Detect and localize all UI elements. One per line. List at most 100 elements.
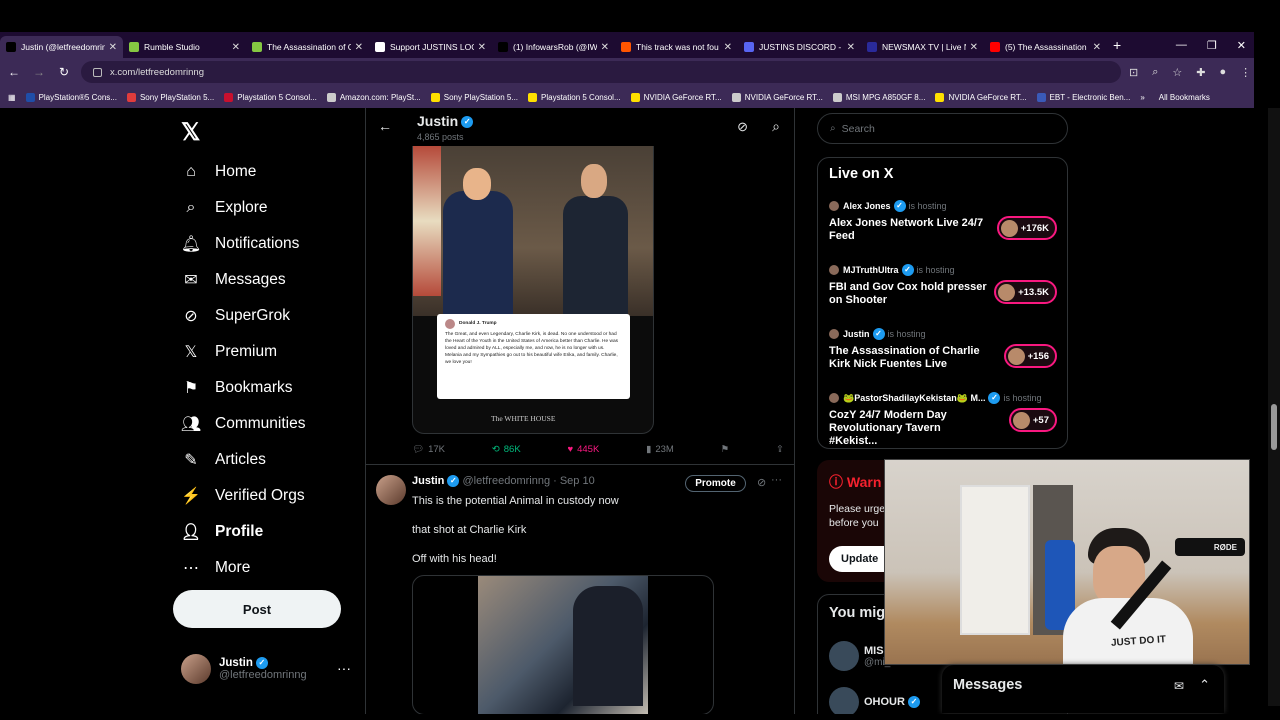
browser-tab[interactable]: The Assassination of C ✕: [246, 36, 369, 58]
live-item[interactable]: Justin ✓ is hosting The Assassination of Ch…: [829, 328, 1059, 371]
like-button[interactable]: ♥ 445K: [567, 444, 599, 455]
bookmark-favicon-icon: [832, 92, 842, 102]
close-tab-icon[interactable]: ✕: [847, 42, 855, 53]
listener-count[interactable]: +156: [1003, 344, 1057, 368]
bookmark-item[interactable]: PlayStation®5 Cons...: [25, 92, 117, 102]
bookmarks-bar: ▦ PlayStation®5 Cons... Sony PlayStation …: [0, 86, 1254, 108]
bookmark-favicon-icon: [731, 92, 741, 102]
browser-tab[interactable]: NEWSMAX TV | Live N ✕: [861, 36, 984, 58]
minimize-icon[interactable]: —: [1176, 39, 1187, 51]
tweet-image[interactable]: [412, 575, 714, 714]
grok-icon[interactable]: ⊘: [757, 476, 766, 489]
post-count: 4,865 posts: [417, 132, 464, 142]
browser-tab[interactable]: (1) InfowarsRob (@IW ✕: [492, 36, 615, 58]
person-icon: 👤︎: [180, 524, 202, 541]
search-icon: ⌕: [830, 123, 836, 134]
scrollbar[interactable]: [1268, 108, 1280, 706]
close-tab-icon[interactable]: ✕: [724, 42, 732, 53]
sidebar-item-notifications[interactable]: 🔔︎ Notifications: [181, 226, 305, 262]
live-item[interactable]: MJTruthUltra ✓ is hosting FBI and Gov Cox h…: [829, 264, 1059, 307]
new-message-icon[interactable]: ✉: [1174, 679, 1184, 693]
bookmark-item[interactable]: Sony PlayStation 5...: [126, 92, 214, 102]
close-tab-icon[interactable]: ✕: [601, 42, 609, 53]
repost-button[interactable]: ⟲ 86K: [492, 444, 521, 455]
sidebar-item-verified-orgs[interactable]: ⚡ Verified Orgs: [181, 478, 305, 514]
bookmark-item[interactable]: NVIDIA GeForce RT...: [731, 92, 823, 102]
sidebar-item-articles[interactable]: ✎ Articles: [181, 442, 305, 478]
reload-icon[interactable]: ↻: [53, 65, 75, 79]
browser-tab[interactable]: (5) The Assassination ✕: [984, 36, 1107, 58]
browser-tab[interactable]: JUSTINS DISCORD - D ✕: [738, 36, 861, 58]
sidebar-item-home[interactable]: ⌂ Home: [181, 154, 305, 190]
window-controls: — ❐ ✕: [1176, 32, 1246, 58]
live-item[interactable]: 🐸PastorShadilayKekistan🐸 M... ✓ is hosting…: [829, 392, 1059, 448]
search-icon[interactable]: ⌕: [772, 118, 780, 135]
views-button[interactable]: ▮ 23M: [646, 444, 674, 455]
sidebar-item-supergrok[interactable]: ⊘ SuperGrok: [181, 298, 305, 334]
reply-button[interactable]: 💬︎ 17K: [412, 444, 445, 455]
close-tab-icon[interactable]: ✕: [478, 42, 486, 53]
tweet-image[interactable]: Donald J. Trump The Great, and even Lege…: [412, 146, 654, 434]
url-field[interactable]: x.com/letfreedomrinng: [81, 61, 1121, 83]
site-info-icon[interactable]: [93, 67, 102, 77]
sidebar-item-bookmarks[interactable]: ⚑ Bookmarks: [181, 370, 305, 406]
browser-tab[interactable]: Justin (@letfreedomrinng✕: [0, 36, 123, 58]
zoom-icon[interactable]: ⌕: [1152, 66, 1158, 79]
bookmark-icon[interactable]: ⚑: [721, 444, 730, 455]
bookmark-item[interactable]: Sony PlayStation 5...: [430, 92, 518, 102]
sidebar-item-profile[interactable]: 👤︎ Profile: [181, 514, 305, 550]
star-icon[interactable]: ☆: [1172, 66, 1182, 79]
restore-icon[interactable]: ❐: [1207, 39, 1217, 52]
listener-count[interactable]: +57: [1008, 408, 1057, 432]
bookmark-item[interactable]: Playstation 5 Consol...: [528, 92, 621, 102]
forward-icon[interactable]: →: [28, 65, 50, 79]
back-icon[interactable]: ←: [3, 65, 25, 79]
verified-icon: ✓: [893, 200, 906, 212]
bookmark-item[interactable]: Playstation 5 Consol...: [224, 92, 317, 102]
sidebar-item-messages[interactable]: ✉ Messages: [181, 262, 305, 298]
close-tab-icon[interactable]: ✕: [1093, 42, 1101, 53]
new-tab-button[interactable]: +: [1113, 37, 1121, 53]
sidebar-item-explore[interactable]: ⌕ Explore: [181, 190, 305, 226]
more-dots-icon[interactable]: ···: [337, 660, 351, 676]
menu-icon[interactable]: ⋮: [1240, 66, 1251, 79]
post-button[interactable]: Post: [173, 590, 341, 628]
more-dots-icon[interactable]: ···: [771, 474, 782, 486]
extensions-icon[interactable]: ✚: [1196, 66, 1205, 79]
listener-count[interactable]: +176K: [996, 216, 1057, 240]
install-icon[interactable]: ⊡: [1129, 66, 1138, 79]
suggested-user[interactable]: OHOUR ✓: [829, 687, 920, 714]
x-logo[interactable]: 𝕏: [181, 118, 200, 147]
apps-icon[interactable]: ▦: [8, 93, 16, 102]
back-arrow-icon[interactable]: ←: [378, 118, 392, 134]
share-icon[interactable]: ⇪: [776, 444, 784, 455]
live-item[interactable]: Alex Jones ✓ is hosting Alex Jones Network …: [829, 200, 1059, 243]
browser-tab[interactable]: Support JUSTINS LOC ✕: [369, 36, 492, 58]
listener-count[interactable]: +13.5K: [994, 280, 1057, 304]
bookmark-item[interactable]: NVIDIA GeForce RT...: [630, 92, 722, 102]
browser-tab[interactable]: Rumble Studio ✕: [123, 36, 246, 58]
promote-button[interactable]: Promote: [685, 475, 746, 492]
all-bookmarks[interactable]: All Bookmarks: [1159, 93, 1210, 102]
close-window-icon[interactable]: ✕: [1237, 39, 1246, 52]
close-tab-icon[interactable]: ✕: [232, 42, 240, 53]
account-switcher[interactable]: Justin ✓ @letfreedomrinng ···: [181, 654, 351, 684]
bookmark-favicon-icon: [1036, 92, 1046, 102]
sidebar-item-communities[interactable]: 👥︎ Communities: [181, 406, 306, 442]
expand-icon[interactable]: ⌃: [1199, 677, 1210, 693]
bookmark-item[interactable]: MSI MPG A850GF 8...: [832, 92, 925, 102]
close-tab-icon[interactable]: ✕: [970, 42, 978, 53]
bookmark-item[interactable]: Amazon.com: PlaySt...: [326, 92, 421, 102]
profile-icon[interactable]: ●: [1219, 66, 1226, 79]
search-input[interactable]: ⌕ Search: [817, 113, 1068, 144]
sidebar-item-premium[interactable]: 𝕏 Premium: [181, 334, 305, 370]
sidebar-item-more[interactable]: ⋯ More: [181, 550, 305, 586]
bookmark-item[interactable]: NVIDIA GeForce RT...: [935, 92, 1027, 102]
browser-tab[interactable]: This track was not fou ✕: [615, 36, 738, 58]
bookmark-item[interactable]: EBT - Electronic Ben...: [1036, 92, 1130, 102]
close-tab-icon[interactable]: ✕: [109, 42, 117, 53]
grok-icon[interactable]: ⊘: [737, 119, 748, 135]
messages-drawer[interactable]: Messages ✉ ⌃: [942, 665, 1224, 713]
close-tab-icon[interactable]: ✕: [355, 42, 363, 53]
bookmarks-overflow-icon[interactable]: »: [1140, 93, 1144, 102]
